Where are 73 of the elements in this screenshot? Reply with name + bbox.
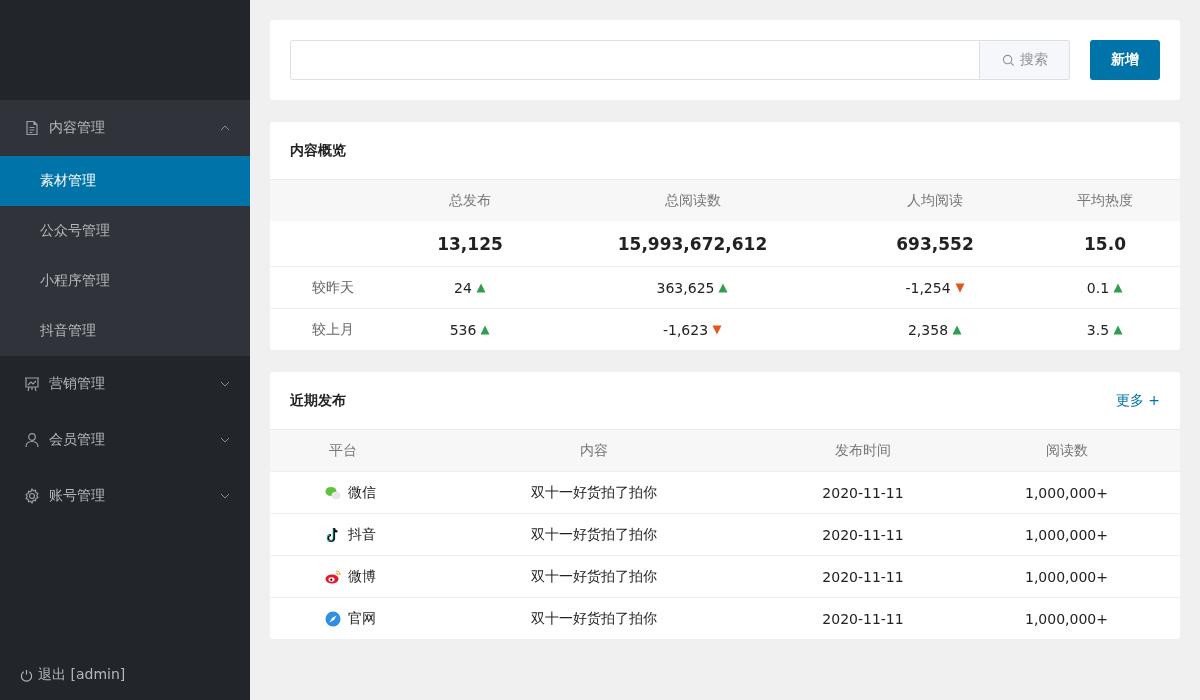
column-header: 平台 (270, 429, 415, 471)
platform-name: 抖音 (348, 525, 376, 544)
table-cell: 1,000,000+ (953, 471, 1180, 513)
change-value: 0.1 (1086, 279, 1110, 296)
settings-icon (24, 488, 40, 504)
column-header: 发布时间 (773, 429, 953, 471)
presentation-chart-icon (24, 376, 40, 392)
change-value: 24 (454, 279, 472, 296)
table-cell: 2020-11-11 (773, 597, 953, 639)
search-field[interactable] (290, 40, 980, 80)
table-cell: 1,000,000+ (953, 597, 1180, 639)
table-cell: 2020-11-11 (773, 471, 953, 513)
change-value: 3.5 (1086, 321, 1110, 338)
total-value: 15,993,672,612 (616, 232, 769, 256)
chevron-down-icon (220, 435, 230, 445)
submenu-item[interactable]: 抖音管理 (0, 306, 250, 356)
menu-item[interactable]: 账号管理 (0, 468, 250, 524)
column-header: 总发布 (395, 179, 545, 221)
power-icon (20, 668, 33, 682)
more-link[interactable]: 更多 + (1115, 391, 1160, 410)
table-cell: 2020-11-11 (773, 555, 953, 597)
column-header: 人均阅读 (840, 179, 1030, 221)
row-label: 较上月 (270, 308, 395, 350)
table-cell: 双十一好货拍了拍你 (415, 471, 773, 513)
chevron-down-icon (220, 491, 230, 501)
change-value: -1,623 (662, 321, 709, 338)
platform-name: 微信 (348, 483, 376, 502)
document-icon (24, 120, 40, 136)
up-triangle-icon (480, 324, 491, 335)
submenu-item[interactable]: 素材管理 (0, 156, 250, 206)
user-icon (24, 432, 40, 448)
table-cell: 双十一好货拍了拍你 (415, 555, 773, 597)
chevron-up-icon (220, 123, 230, 133)
search-icon (1001, 53, 1015, 67)
table-cell: 双十一好货拍了拍你 (415, 597, 773, 639)
chat-bubbles-icon (325, 484, 341, 501)
chevron-down-icon (220, 379, 230, 389)
add-button[interactable]: 新增 (1090, 40, 1160, 80)
platform-name: 微博 (348, 567, 376, 586)
menu-item[interactable]: 营销管理 (0, 356, 250, 412)
table-cell: 双十一好货拍了拍你 (415, 513, 773, 555)
row-label: 较昨天 (270, 266, 395, 308)
compass-icon (325, 610, 341, 627)
column-header: 阅读数 (953, 429, 1180, 471)
up-triangle-icon (952, 324, 963, 335)
table-cell: 2020-11-11 (773, 513, 953, 555)
submenu-item[interactable]: 小程序管理 (0, 256, 250, 306)
up-triangle-icon (1113, 282, 1124, 293)
music-note-icon (325, 526, 341, 543)
up-triangle-icon (718, 282, 729, 293)
up-triangle-icon (1113, 324, 1124, 335)
down-triangle-icon (954, 282, 965, 293)
menu-item[interactable]: 会员管理 (0, 412, 250, 468)
platform-name: 官网 (348, 609, 376, 628)
column-header: 内容 (415, 429, 773, 471)
total-value: 15.0 (1083, 232, 1127, 256)
card-title: 内容概览 (290, 141, 346, 160)
column-header: 总阅读数 (545, 179, 840, 221)
change-value: -1,254 (905, 279, 951, 296)
eye-swirl-logo-icon (325, 568, 341, 585)
total-value: 13,125 (436, 232, 504, 256)
column-header: 平均热度 (1030, 179, 1180, 221)
change-value: 363,625 (656, 279, 715, 296)
logout-link[interactable]: 退出 [admin] (38, 666, 126, 684)
table-cell: 1,000,000+ (953, 513, 1180, 555)
change-value: 536 (449, 321, 477, 338)
table-cell: 1,000,000+ (953, 555, 1180, 597)
up-triangle-icon (475, 282, 486, 293)
change-value: 2,358 (907, 321, 949, 338)
total-value: 693,552 (895, 232, 975, 256)
down-triangle-icon (712, 324, 723, 335)
card-title: 近期发布 (290, 391, 346, 410)
submenu-item[interactable]: 公众号管理 (0, 206, 250, 256)
